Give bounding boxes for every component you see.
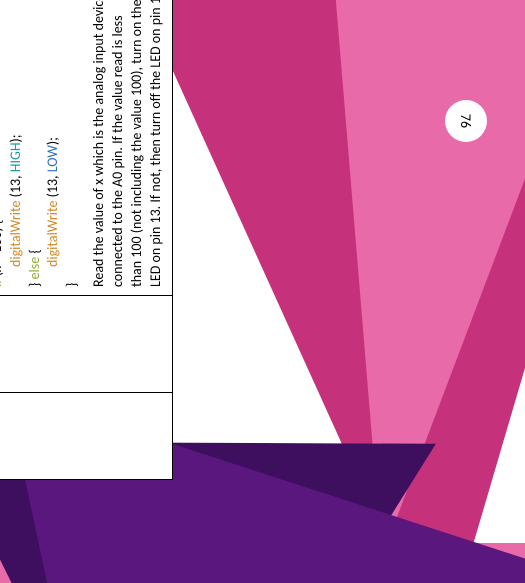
code-line: } <box>63 0 82 287</box>
code-keyword: else <box>26 254 43 280</box>
code-const: HIGH <box>7 142 24 172</box>
operator-symbol-cell: < <box>0 393 172 480</box>
page-number-badge: 76 <box>445 100 487 142</box>
code-fn: digitalWrite <box>7 197 24 267</box>
code-description: Read the value of x which is the analog … <box>90 0 166 287</box>
code-text: ); <box>7 134 24 142</box>
code-const: LOW <box>44 145 61 172</box>
page-number: 76 <box>458 114 475 128</box>
code-keyword: if <box>0 276 5 287</box>
code-line: } else { <box>26 0 45 287</box>
code-line: digitalWrite (13, LOW); <box>44 0 63 287</box>
code-text: { <box>26 249 43 253</box>
operator-label-line2: than <box>0 331 3 357</box>
code-text: ); <box>44 137 61 145</box>
code-and-description-cell: x = analogRead (A0); if (x < 100) { digi… <box>0 0 172 296</box>
code-text: (13, <box>44 172 61 197</box>
rotated-content: 13. Otherwise, turn off the LED on pin 1… <box>0 0 173 480</box>
code-line: digitalWrite (13, HIGH); <box>7 0 26 287</box>
code-text: } <box>26 279 43 287</box>
code-line: if (x < 100) { <box>0 0 7 287</box>
operator-table: 13. Otherwise, turn off the LED on pin 1… <box>0 0 173 480</box>
code-fn: digitalWrite <box>44 197 61 267</box>
operator-label-cell: Smaller than <box>0 296 172 393</box>
code-text: } <box>63 283 80 287</box>
code-text: (13, <box>7 172 24 197</box>
table-row: < Smaller than x = analogRead (A0); if (… <box>0 0 172 480</box>
document-page: 76 13. Otherwise, turn off the LED on pi… <box>0 0 525 583</box>
code-text: (x < 100) { <box>0 220 5 277</box>
